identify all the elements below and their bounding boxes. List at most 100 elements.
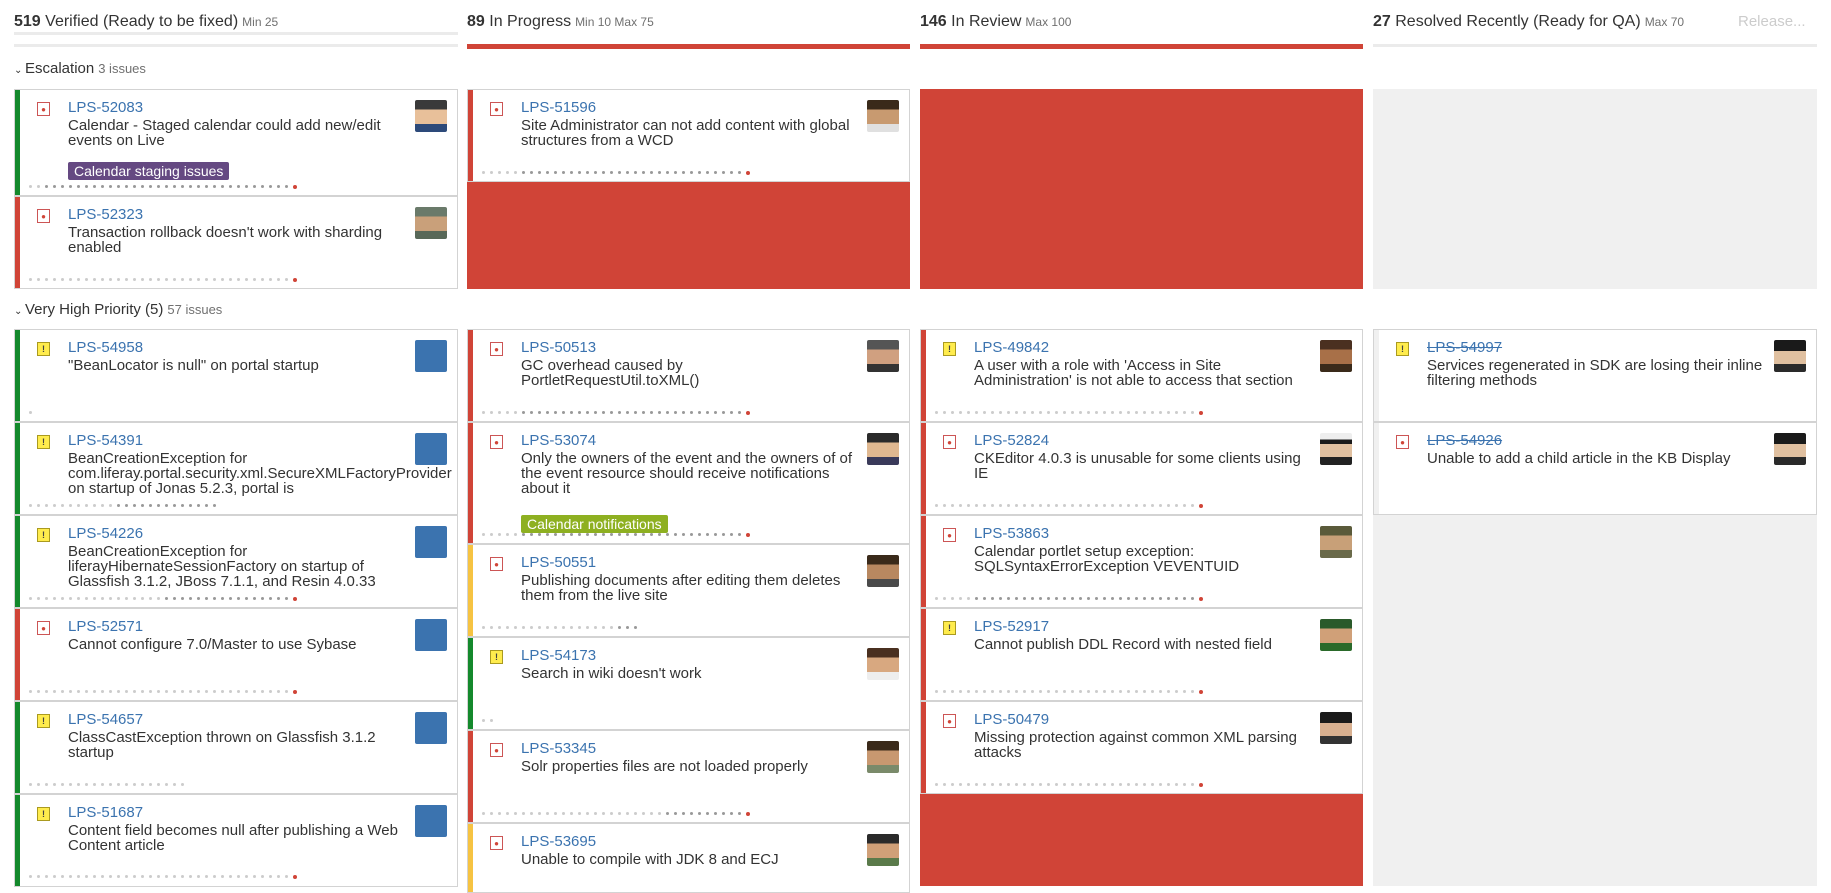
issue-summary: A user with a role with 'Access in Site … (974, 357, 1293, 389)
issue-card[interactable]: LPS-52824 CKEditor 4.0.3 is unusable for… (920, 422, 1363, 515)
issue-key[interactable]: LPS-49842 (974, 339, 1049, 356)
priority-bar (15, 516, 20, 607)
issue-card[interactable]: LPS-54997 Services regenerated in SDK ar… (1373, 329, 1817, 422)
issue-summary: Solr properties files are not loaded pro… (521, 758, 808, 775)
issue-key[interactable]: LPS-50479 (974, 711, 1049, 728)
days-in-column (935, 597, 1203, 601)
avatar (867, 648, 899, 680)
issue-card[interactable]: LPS-52917 Cannot publish DDL Record with… (920, 608, 1363, 701)
priority-bar (468, 638, 473, 729)
issue-card[interactable]: LPS-52571 Cannot configure 7.0/Master to… (14, 608, 458, 701)
chevron-down-icon[interactable]: ⌄ (14, 306, 25, 317)
issue-summary: Site Administrator can not add content w… (521, 117, 850, 149)
avatar (867, 340, 899, 372)
issue-key[interactable]: LPS-54958 (68, 339, 143, 356)
epic-label[interactable]: Calendar notifications (521, 515, 668, 533)
days-in-column (482, 812, 750, 816)
priority-bar (468, 90, 473, 181)
column-limit: Max 100 (1025, 15, 1072, 29)
issue-summary: Search in wiki doesn't work (521, 665, 702, 682)
issue-key[interactable]: LPS-54657 (68, 711, 143, 728)
bug-icon (943, 528, 956, 542)
column-area-over-limit (920, 89, 1363, 289)
column-count: 27 (1373, 13, 1391, 30)
default-avatar-icon (415, 526, 447, 558)
issue-card[interactable]: LPS-54958 "BeanLocator is null" on porta… (14, 329, 458, 422)
issue-card[interactable]: LPS-54657 ClassCastException thrown on G… (14, 701, 458, 794)
improvement-icon (37, 714, 50, 728)
issue-key[interactable]: LPS-53345 (521, 740, 596, 757)
chevron-down-icon[interactable]: ⌄ (14, 65, 25, 76)
issue-key[interactable]: LPS-52323 (68, 206, 143, 223)
days-in-column (935, 411, 1203, 415)
issue-card[interactable]: LPS-50551 Publishing documents after edi… (467, 544, 910, 637)
issue-summary: CKEditor 4.0.3 is unusable for some clie… (974, 450, 1301, 482)
swimlane-header-very-high-priority[interactable]: ⌄ Very High Priority (5) 57 issues (14, 301, 222, 318)
bug-icon (37, 102, 50, 116)
priority-bar (468, 824, 473, 892)
release-button[interactable]: Release... (1738, 13, 1806, 30)
issue-summary: "BeanLocator is null" on portal startup (68, 357, 319, 374)
issue-card[interactable]: LPS-53345 Solr properties files are not … (467, 730, 910, 823)
column-divider (14, 32, 458, 35)
column-limit-exceeded-bar (467, 44, 910, 49)
issue-card[interactable]: LPS-52323 Transaction rollback doesn't w… (14, 196, 458, 289)
issue-key[interactable]: LPS-53695 (521, 833, 596, 850)
issue-key[interactable]: LPS-53074 (521, 432, 596, 449)
improvement-icon (943, 342, 956, 356)
bug-icon (490, 435, 503, 449)
issue-card[interactable]: LPS-54926 Unable to add a child article … (1373, 422, 1817, 515)
priority-bar (468, 330, 473, 421)
issue-key[interactable]: LPS-54926 (1427, 432, 1502, 449)
issue-card[interactable]: LPS-51596 Site Administrator can not add… (467, 89, 910, 182)
issue-key[interactable]: LPS-52571 (68, 618, 143, 635)
column-title: Verified (Ready to be fixed) (45, 13, 239, 30)
days-in-column (29, 690, 297, 694)
priority-bar (15, 795, 20, 886)
issue-card[interactable]: LPS-53863 Calendar portlet setup excepti… (920, 515, 1363, 608)
issue-key[interactable]: LPS-53863 (974, 525, 1049, 542)
bug-icon (1396, 435, 1409, 449)
issue-card[interactable]: LPS-50479 Missing protection against com… (920, 701, 1363, 794)
priority-bar (15, 90, 20, 195)
issue-key[interactable]: LPS-54226 (68, 525, 143, 542)
default-avatar-icon (415, 805, 447, 837)
epic-label[interactable]: Calendar staging issues (68, 162, 230, 180)
issue-key[interactable]: LPS-54997 (1427, 339, 1502, 356)
issue-key[interactable]: LPS-52917 (974, 618, 1049, 635)
days-in-column (29, 783, 184, 787)
days-in-column (482, 719, 493, 723)
column-title: In Review (951, 13, 1022, 30)
issue-card[interactable]: LPS-50513 GC overhead caused by PortletR… (467, 329, 910, 422)
issue-summary: Calendar - Staged calendar could add new… (68, 117, 381, 149)
issue-card[interactable]: LPS-54391 BeanCreationException for com.… (14, 422, 458, 515)
issue-card[interactable]: LPS-54226 BeanCreationException for life… (14, 515, 458, 608)
issue-card[interactable]: LPS-53695 Unable to compile with JDK 8 a… (467, 823, 910, 893)
issue-key[interactable]: LPS-51687 (68, 804, 143, 821)
column-count: 519 (14, 13, 41, 30)
issue-card[interactable]: LPS-51687 Content field becomes null aft… (14, 794, 458, 887)
issue-key[interactable]: LPS-52824 (974, 432, 1049, 449)
priority-bar (921, 516, 926, 607)
days-in-column (935, 690, 1203, 694)
issue-key[interactable]: LPS-50551 (521, 554, 596, 571)
issue-card[interactable]: LPS-52083 Calendar - Staged calendar cou… (14, 89, 458, 196)
bug-icon (490, 836, 503, 850)
priority-bar (468, 423, 473, 543)
bug-icon (490, 557, 503, 571)
issue-summary: Publishing documents after editing them … (521, 572, 841, 604)
issue-card[interactable]: LPS-49842 A user with a role with 'Acces… (920, 329, 1363, 422)
issue-card[interactable]: LPS-54173 Search in wiki doesn't work (467, 637, 910, 730)
issue-key[interactable]: LPS-52083 (68, 99, 143, 116)
column-area-over-limit (920, 794, 1363, 886)
issue-card[interactable]: LPS-53074 Only the owners of the event a… (467, 422, 910, 544)
avatar (1320, 712, 1352, 744)
issue-summary: Unable to compile with JDK 8 and ECJ (521, 851, 779, 868)
issue-key[interactable]: LPS-54391 (68, 432, 143, 449)
issue-key[interactable]: LPS-51596 (521, 99, 596, 116)
swimlane-header-escalation[interactable]: ⌄ Escalation 3 issues (14, 60, 146, 77)
issue-key[interactable]: LPS-54173 (521, 647, 596, 664)
priority-bar (921, 330, 926, 421)
issue-key[interactable]: LPS-50513 (521, 339, 596, 356)
days-in-column (29, 875, 297, 879)
